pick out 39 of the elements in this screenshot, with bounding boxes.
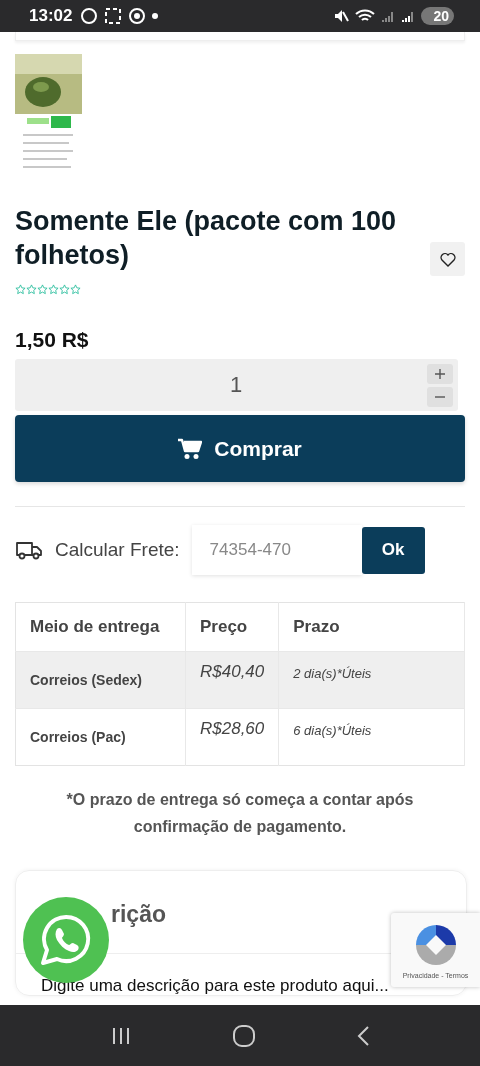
back-icon[interactable]	[356, 1024, 370, 1047]
recent-apps-icon[interactable]	[110, 1025, 132, 1046]
signal-icon	[381, 9, 396, 23]
table-cell: R$40,40	[185, 651, 279, 709]
product-price: 1,50 R$	[15, 328, 90, 352]
table-cell: R$28,60	[185, 708, 279, 766]
favorite-button[interactable]	[430, 242, 465, 276]
quantity-field[interactable]: 1	[15, 359, 458, 411]
star-icon	[59, 284, 70, 295]
home-icon[interactable]	[232, 1023, 256, 1048]
star-icon	[70, 284, 81, 295]
zip-code-field[interactable]: 74354-470	[191, 525, 362, 575]
delivery-note: *O prazo de entrega só começa a contar após confirmação de pagamento.	[65, 790, 415, 837]
ok-button[interactable]: Ok	[361, 526, 425, 574]
table-cell: Correios (Sedex)	[15, 651, 186, 709]
description-text: Digite uma descrição para este produto aqui...	[41, 976, 390, 995]
increment-button[interactable]	[427, 363, 453, 384]
star-icon	[48, 284, 59, 295]
clock-time: 13:02	[29, 6, 73, 26]
signal-icon	[401, 9, 416, 23]
table-cell: Correios (Pac)	[15, 708, 186, 766]
table-cell: 2 dia(s)*Úteis	[278, 651, 465, 709]
shipping-label: Calcular Frete:	[55, 539, 180, 561]
battery-level: 20	[421, 7, 454, 25]
section-title: rição	[111, 901, 167, 928]
star-icon	[15, 284, 26, 295]
buy-button[interactable]: Comprar	[15, 415, 465, 482]
table-cell: 6 dia(s)*Úteis	[278, 708, 465, 766]
mute-icon	[333, 8, 350, 24]
screenshot-icon	[104, 7, 123, 25]
star-icon	[37, 284, 48, 295]
plus-icon	[435, 368, 445, 379]
truck-icon	[15, 540, 43, 560]
star-icon	[26, 284, 37, 295]
dot-icon	[152, 13, 159, 19]
decrement-button[interactable]	[427, 386, 453, 407]
cart-icon	[178, 437, 203, 460]
product-title: Somente Ele (pacote com 100 folhetos)	[15, 205, 398, 272]
heart-icon	[439, 251, 456, 267]
